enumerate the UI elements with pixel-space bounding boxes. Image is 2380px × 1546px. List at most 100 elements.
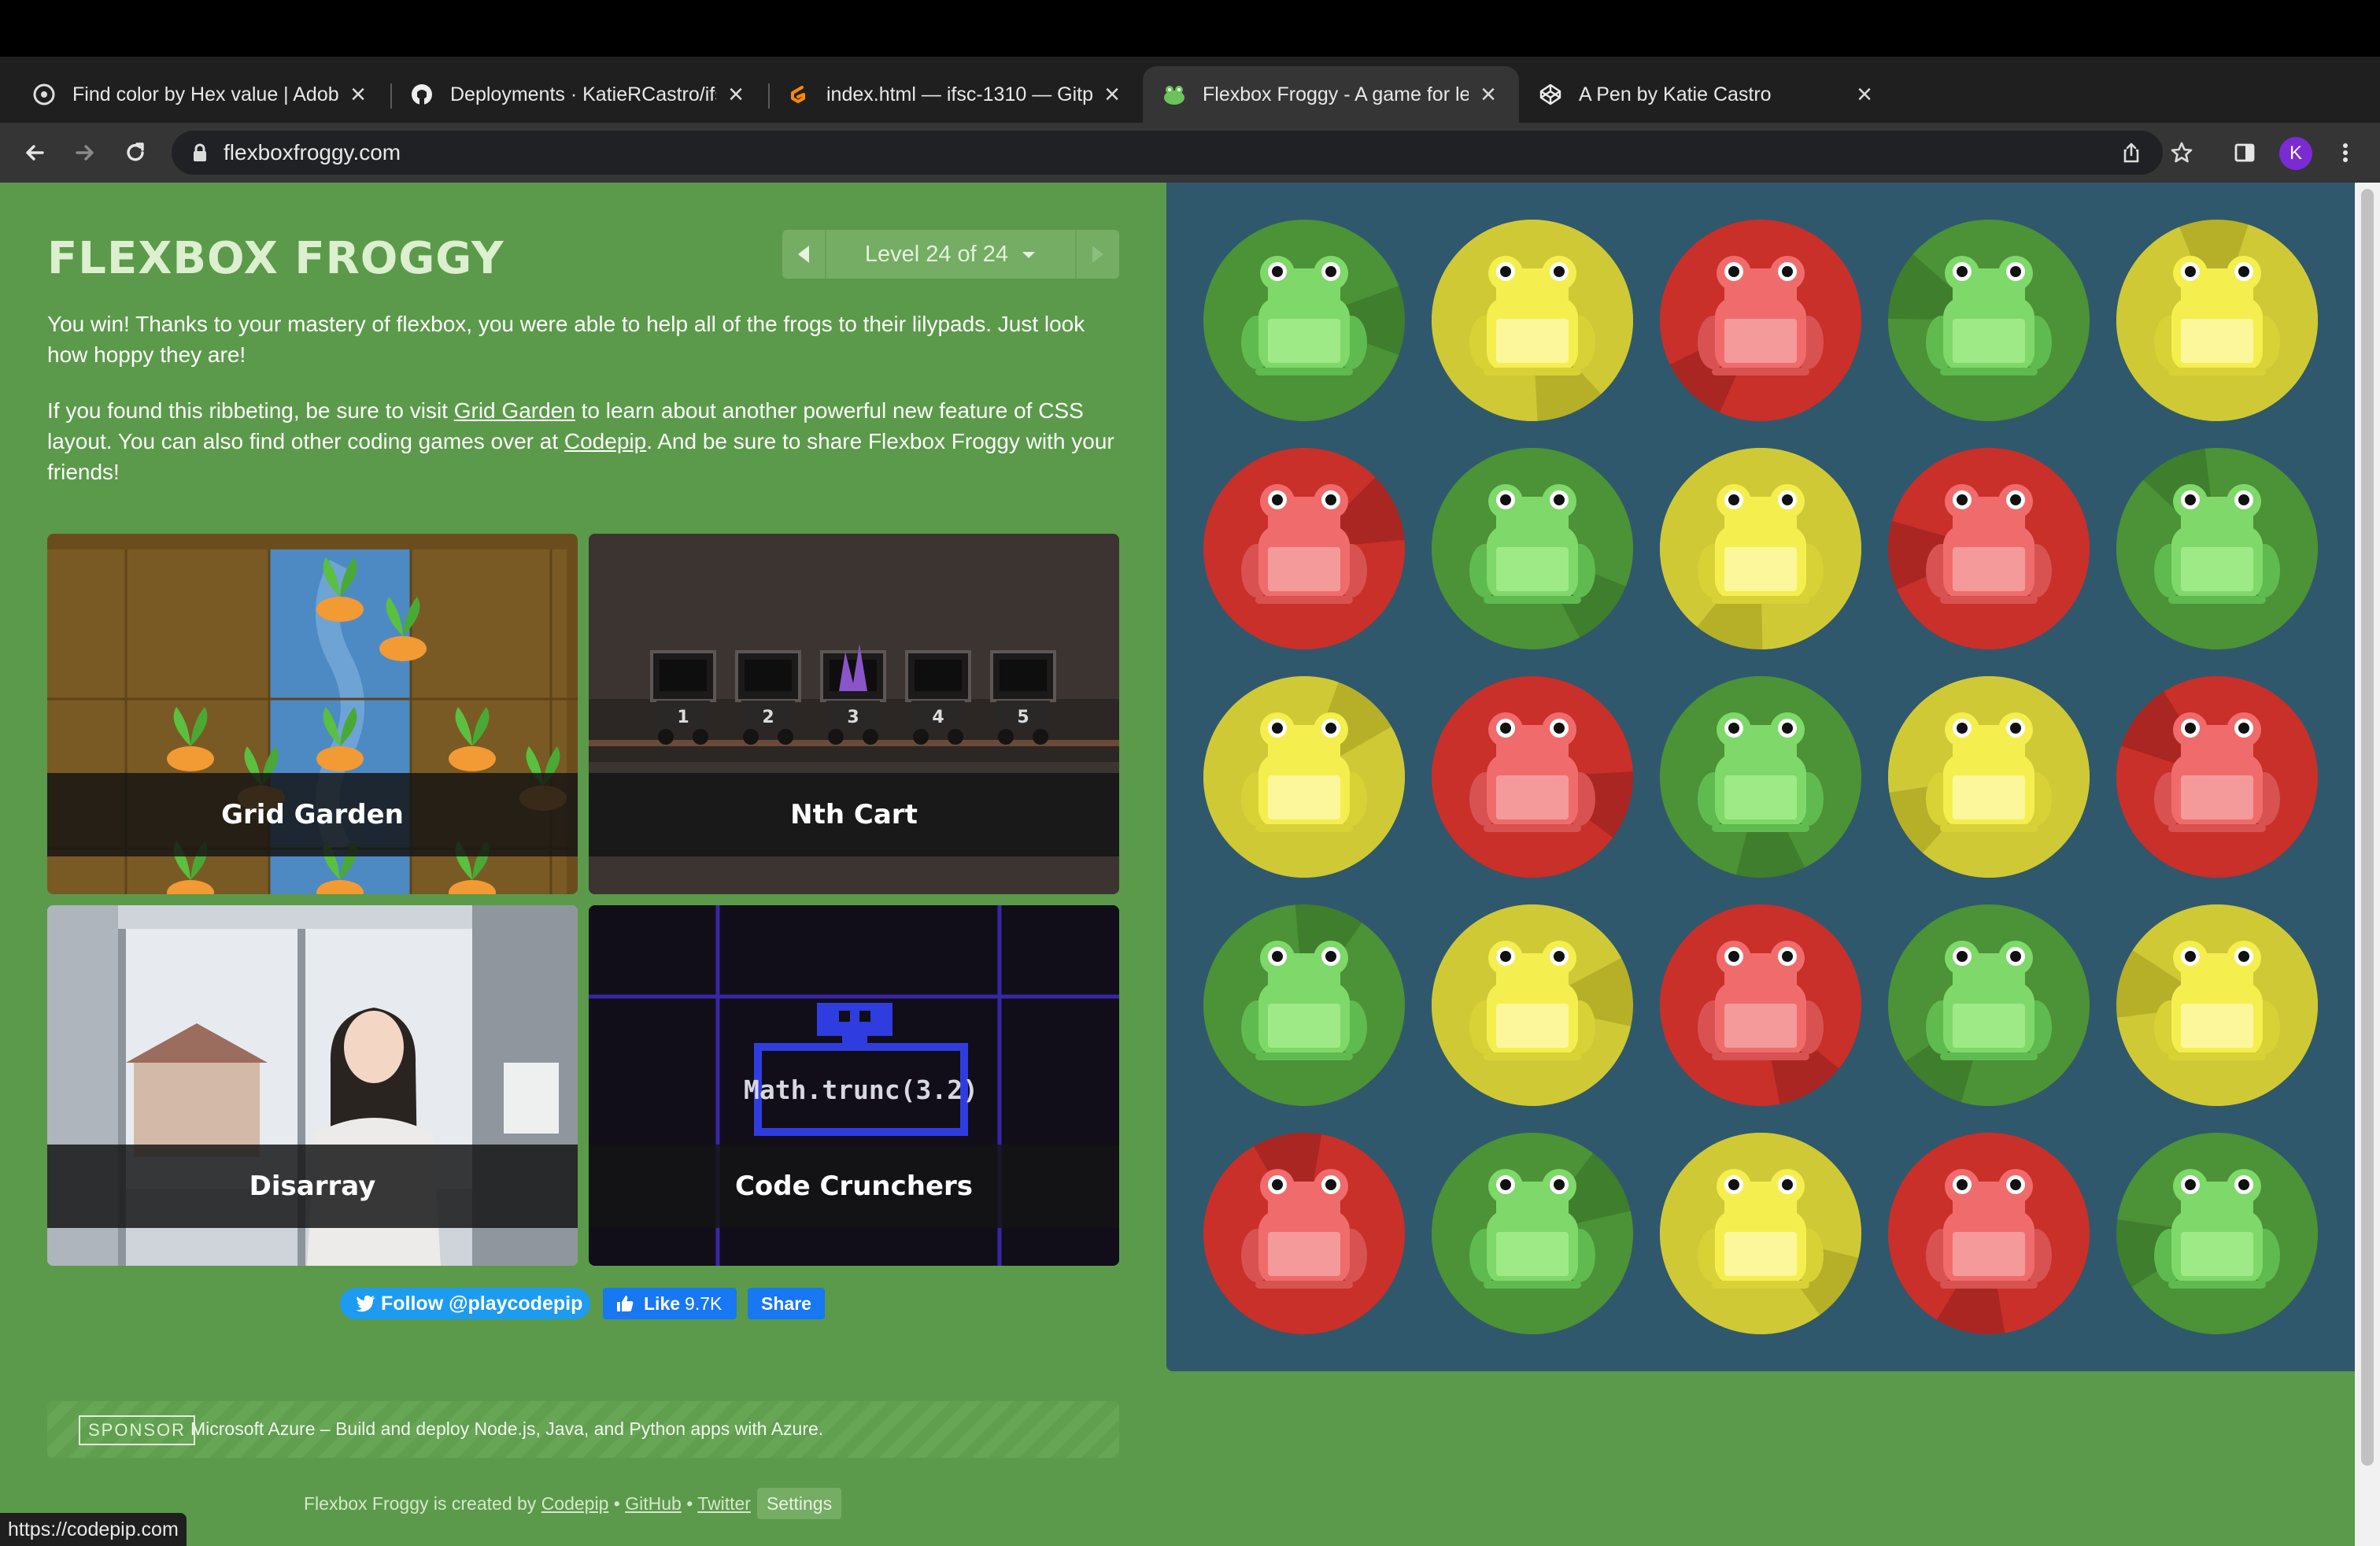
red-frog-on-lilypad: [1660, 220, 1861, 421]
frog-pupil: [2010, 494, 2021, 505]
frog-pupil: [1272, 266, 1283, 277]
close-icon[interactable]: ×: [1100, 81, 1124, 108]
like-label: Like: [644, 1293, 681, 1314]
page-scrollbar[interactable]: [2355, 183, 2380, 1546]
gitpod-icon: [785, 82, 811, 107]
scrollbar-thumb[interactable]: [2361, 189, 2374, 1466]
arrow-left-icon: [26, 145, 44, 161]
frog-feet: [1484, 824, 1581, 832]
frog-pupil: [1325, 951, 1336, 962]
follow-label: Follow @playcodepip: [381, 1293, 583, 1315]
frog-feet: [1255, 1052, 1353, 1060]
address-bar[interactable]: flexboxfroggy.com: [172, 131, 2163, 175]
tab-adobe-color[interactable]: Find color by Hex value | Adobe Color ×: [13, 66, 389, 123]
frog-belly: [2181, 1004, 2253, 1048]
level-dropdown[interactable]: Level 24 of 24: [826, 230, 1075, 279]
more-menu-icon[interactable]: [2328, 135, 2363, 170]
green-frog-on-lilypad: [1203, 220, 1405, 421]
code-crunchers-card[interactable]: Math.trunc(3.2) Code Crunchers: [589, 905, 1119, 1266]
footer-separator: •: [608, 1493, 626, 1514]
frog-belly: [1496, 775, 1569, 819]
close-icon[interactable]: ×: [1853, 81, 1876, 108]
sponsor-banner[interactable]: SPONSOR Microsoft Azure – Build and depl…: [47, 1401, 1119, 1458]
twitter-follow-button[interactable]: Follow @playcodepip: [340, 1288, 590, 1319]
nth-cart-card[interactable]: 1 2 3 4 5 Nth Cart: [589, 534, 1119, 894]
triangle-right-icon: [1092, 246, 1103, 263]
frog-feet: [1712, 596, 1809, 604]
frog-feet: [1712, 1281, 1809, 1289]
footer-codepip-link[interactable]: Codepip: [541, 1493, 609, 1514]
frog-pupil: [2185, 951, 2196, 962]
tab-title: Flexbox Froggy - A game for learning CSS…: [1203, 83, 1469, 105]
grid-garden-card[interactable]: Grid Garden: [47, 534, 578, 894]
level-selector: Level 24 of 24: [782, 230, 1119, 279]
tab-flexbox-froggy[interactable]: Flexbox Froggy - A game for learning CSS…: [1143, 66, 1519, 123]
frog-feet: [1484, 1281, 1581, 1289]
frog-pupil: [2238, 266, 2249, 277]
footer-github-link[interactable]: GitHub: [625, 1493, 682, 1514]
close-icon[interactable]: ×: [346, 81, 370, 108]
yellow-frog-on-lilypad: [2116, 220, 2318, 421]
tab-bar: Find color by Hex value | Adobe Color × …: [0, 57, 2380, 162]
next-level-button[interactable]: [1075, 230, 1119, 279]
win-message: You win! Thanks to your mastery of flexb…: [47, 312, 1085, 367]
frog-feet: [2168, 596, 2266, 604]
card-title: Grid Garden: [221, 799, 404, 830]
frog-pupil: [2238, 1179, 2249, 1190]
frog-belly: [1268, 1232, 1340, 1276]
frog-pupil: [1325, 266, 1336, 277]
frog-feet: [1940, 596, 2038, 604]
frog-pupil: [1782, 266, 1793, 277]
reload-button[interactable]: [118, 135, 153, 170]
adobe-color-icon: [31, 82, 57, 107]
url-text[interactable]: flexboxfroggy.com: [224, 140, 401, 165]
previous-level-button[interactable]: [782, 230, 826, 279]
grid-garden-link[interactable]: Grid Garden: [454, 398, 575, 423]
cart-number: 1: [677, 708, 689, 727]
facebook-like-button[interactable]: Like 9.7K: [603, 1288, 737, 1319]
frog-feet: [1940, 368, 2038, 375]
frog-feet: [1712, 824, 1809, 832]
avatar[interactable]: K: [2279, 137, 2312, 170]
frog-feet: [2168, 824, 2266, 832]
cart-number: 2: [762, 708, 774, 727]
frog-belly: [1724, 775, 1797, 819]
facebook-share-button[interactable]: Share: [748, 1288, 825, 1319]
tab-codepen[interactable]: A Pen by Katie Castro ×: [1519, 66, 1895, 123]
github-icon: [409, 82, 434, 107]
red-frog-on-lilypad: [1432, 676, 1633, 878]
frog-pupil: [1782, 494, 1793, 505]
frog-pupil: [2010, 723, 2021, 734]
tab-gitpod[interactable]: index.html — ifsc-1310 — Gitpod ×: [767, 66, 1143, 123]
promo-message: If you found this ribbeting, be sure to …: [47, 395, 1118, 487]
frog-belly: [2181, 1232, 2253, 1276]
cart-number: 4: [932, 708, 944, 727]
tab-title: Find color by Hex value | Adobe Color: [72, 83, 338, 105]
frog-pupil: [1554, 951, 1565, 962]
forward-button[interactable]: [68, 135, 102, 170]
back-button[interactable]: [17, 135, 52, 170]
codepip-link[interactable]: Codepip: [564, 429, 646, 453]
star-icon[interactable]: [2164, 135, 2199, 170]
frog-pupil: [1325, 1179, 1336, 1190]
frog-pupil: [2185, 266, 2196, 277]
yellow-frog-on-lilypad: [1888, 676, 2090, 878]
sponsor-text[interactable]: Microsoft Azure – Build and deploy Node.…: [190, 1418, 823, 1440]
tab-github[interactable]: Deployments · KatieRCastro/ifsc-1310 ×: [390, 66, 767, 123]
thumbs-up-icon: [617, 1296, 634, 1311]
footer-text: Flexbox Froggy is created by: [304, 1493, 541, 1514]
frog-pupil: [2010, 951, 2021, 962]
settings-button[interactable]: Settings: [756, 1488, 842, 1519]
disarray-card[interactable]: Disarray: [47, 905, 578, 1266]
footer-twitter-link[interactable]: Twitter: [697, 1493, 751, 1514]
close-icon[interactable]: ×: [1476, 81, 1500, 108]
red-frog-on-lilypad: [1888, 448, 2090, 649]
frog-pupil: [1500, 723, 1511, 734]
lock-icon[interactable]: [189, 142, 211, 164]
close-icon[interactable]: ×: [724, 81, 748, 108]
red-frog-on-lilypad: [1203, 448, 1405, 649]
side-panel-icon[interactable]: [2227, 135, 2262, 170]
frog-pupil: [2238, 494, 2249, 505]
share-icon[interactable]: [2114, 135, 2149, 170]
frog-pupil: [1728, 951, 1739, 962]
